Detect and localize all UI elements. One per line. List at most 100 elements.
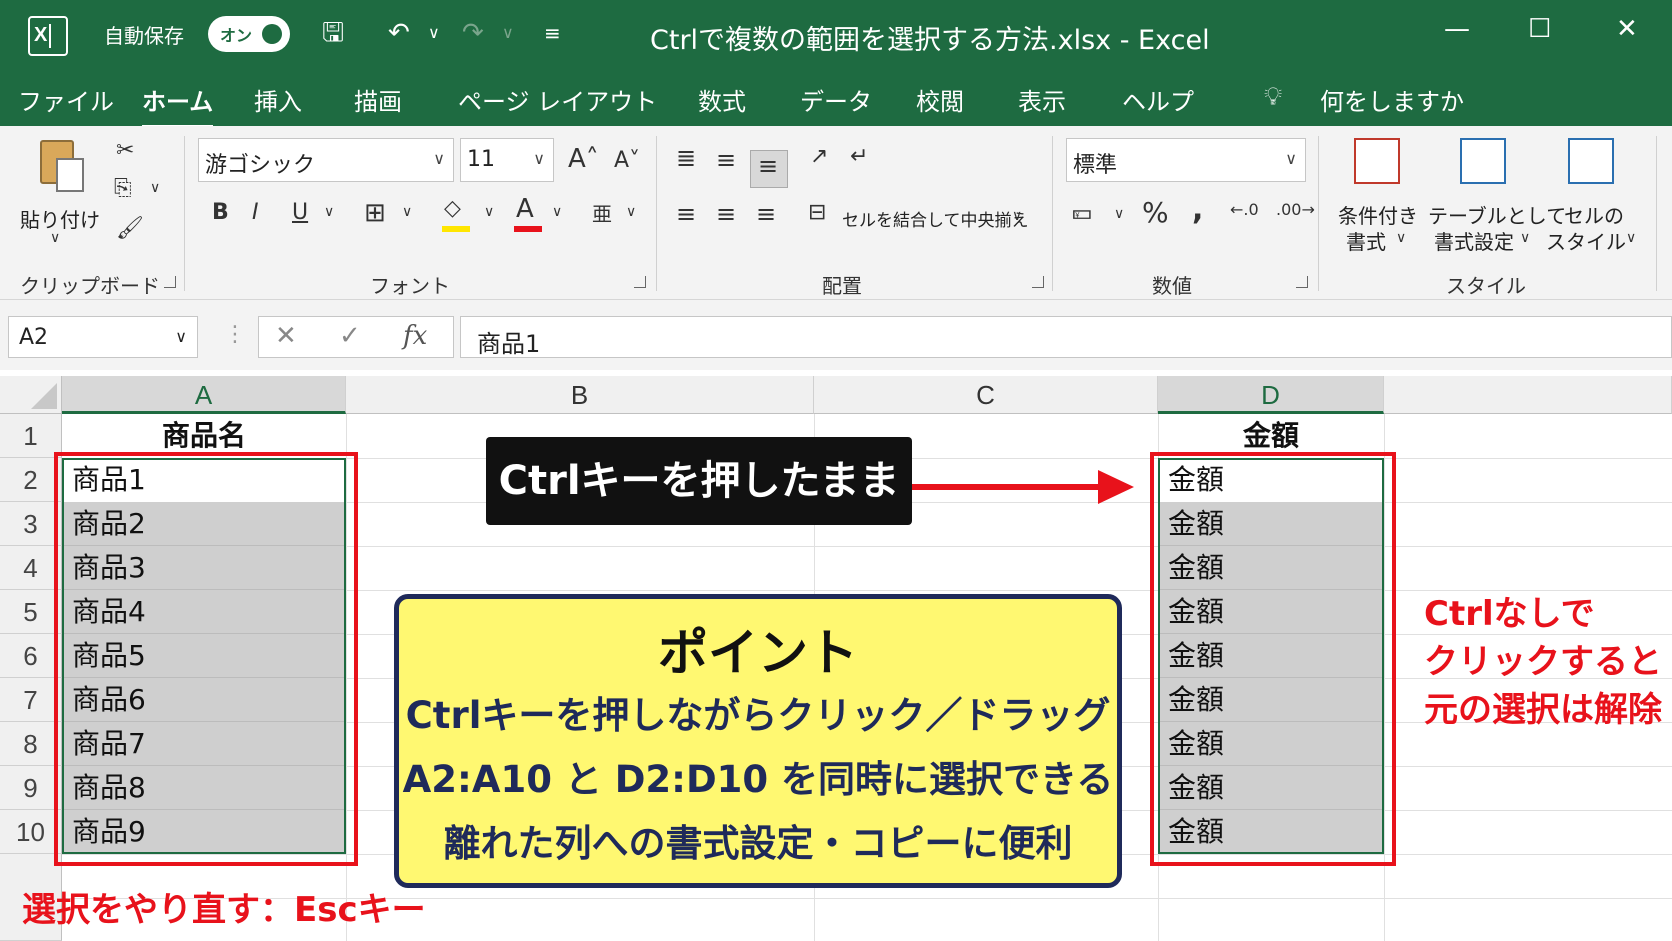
font-launcher-icon[interactable] [634, 276, 646, 288]
row-header-9[interactable]: 9 [0, 766, 62, 810]
currency-icon[interactable]: 💴︎ [1072, 200, 1092, 225]
tab-view[interactable]: 表示 [1018, 82, 1066, 117]
format-painter-icon[interactable]: 🖌︎ [116, 216, 144, 241]
chevron-down-icon[interactable]: ∨ [1396, 230, 1406, 246]
bold-button[interactable]: B [212, 200, 229, 225]
column-header-empty[interactable] [1384, 376, 1672, 414]
increase-font-icon[interactable]: A˄ [568, 144, 599, 174]
tab-insert[interactable]: 挿入 [254, 82, 302, 117]
name-box[interactable]: A2 ∨ [8, 316, 198, 358]
redo-dropdown-icon[interactable]: ∨ [502, 18, 514, 48]
phonetic-icon[interactable]: 亜 [592, 198, 612, 227]
more-options-icon[interactable]: ⋮ [224, 322, 246, 347]
chevron-down-icon[interactable]: ∨ [1520, 230, 1530, 246]
decrease-font-icon[interactable]: A˅ [614, 148, 640, 173]
tab-page-layout[interactable]: ページ レイアウト [458, 82, 657, 117]
paste-button[interactable]: 貼り付け [20, 204, 100, 233]
tab-help[interactable]: ヘルプ [1122, 82, 1194, 117]
row-header-8[interactable]: 8 [0, 722, 62, 766]
tab-draw[interactable]: 描画 [354, 82, 402, 117]
paste-dropdown-icon[interactable]: ∨ [50, 230, 60, 246]
underline-dropdown-icon[interactable]: ∨ [324, 204, 334, 220]
underline-button[interactable]: U [292, 200, 308, 225]
copy-dropdown-icon[interactable]: ∨ [150, 180, 160, 196]
align-left-icon[interactable]: ≡ [676, 200, 696, 228]
formula-input[interactable]: 商品1 [460, 316, 1672, 358]
align-right-icon[interactable]: ≡ [756, 200, 776, 228]
merge-center-button[interactable]: セルを結合して中央揃え [842, 206, 1029, 231]
row-header-5[interactable]: 5 [0, 590, 62, 634]
tab-formulas[interactable]: 数式 [698, 82, 746, 117]
row-header-7[interactable]: 7 [0, 678, 62, 722]
align-top-icon[interactable]: ≣ [676, 144, 696, 172]
percent-button[interactable]: % [1142, 196, 1169, 229]
number-launcher-icon[interactable] [1296, 276, 1308, 288]
undo-dropdown-icon[interactable]: ∨ [428, 18, 440, 48]
font-color-icon[interactable]: A [516, 194, 534, 224]
alignment-launcher-icon[interactable] [1032, 276, 1044, 288]
lightbulb-icon[interactable]: 💡︎ [1264, 82, 1282, 113]
tab-home[interactable]: ホーム [142, 82, 214, 129]
fill-color-icon[interactable]: ◇ [444, 196, 461, 221]
number-format-combo[interactable]: 標準 ∨ [1066, 138, 1306, 182]
align-center-icon[interactable]: ≡ [716, 200, 736, 228]
minimize-icon[interactable]: — [1444, 14, 1470, 44]
select-all-button[interactable] [0, 376, 62, 414]
font-size-combo[interactable]: 11 ∨ [460, 138, 554, 182]
wrap-text-icon[interactable]: ↵ [850, 144, 868, 169]
row-header-1[interactable]: 1 [0, 414, 62, 458]
cell-styles-label-1[interactable]: セルの [1564, 200, 1624, 229]
decrease-decimal-icon[interactable]: .00→ [1276, 200, 1315, 219]
customize-qat-icon[interactable]: ≡ [544, 18, 561, 48]
column-header-c[interactable]: C [814, 376, 1158, 414]
row-header-6[interactable]: 6 [0, 634, 62, 678]
maximize-icon[interactable]: ☐ [1528, 14, 1551, 44]
column-header-a[interactable]: A [62, 376, 346, 414]
row-header-10[interactable]: 10 [0, 810, 62, 854]
tell-me-search[interactable]: 何をしますか [1320, 82, 1464, 117]
row-header-3[interactable]: 3 [0, 502, 62, 546]
font-name-combo[interactable]: 游ゴシック ∨ [198, 138, 454, 182]
fill-dropdown-icon[interactable]: ∨ [484, 204, 494, 220]
cell-styles-label-2[interactable]: スタイル [1546, 226, 1626, 255]
format-as-table-label-1[interactable]: テーブルとして [1428, 200, 1566, 229]
autosave-toggle[interactable]: オン [208, 16, 290, 52]
close-icon[interactable]: ✕ [1616, 14, 1638, 44]
borders-icon[interactable]: ⊞ [364, 198, 386, 228]
clipboard-launcher-icon[interactable] [164, 276, 176, 288]
cell-styles-icon[interactable] [1568, 138, 1614, 184]
cut-icon[interactable]: ✂ [116, 138, 134, 163]
tab-data[interactable]: データ [800, 82, 872, 117]
insert-function-button[interactable]: fx [403, 321, 427, 351]
copy-icon[interactable]: ⎘ [114, 176, 132, 201]
format-as-table-icon[interactable] [1460, 138, 1506, 184]
format-as-table-label-2[interactable]: 書式設定 [1434, 226, 1514, 255]
highlight-box-a [54, 452, 358, 866]
row-header-4[interactable]: 4 [0, 546, 62, 590]
tab-file[interactable]: ファイル [18, 82, 114, 117]
row-header-2[interactable]: 2 [0, 458, 62, 502]
text-direction-icon[interactable]: ↗ [810, 144, 828, 169]
column-header-b[interactable]: B [346, 376, 814, 414]
conditional-format-label-1[interactable]: 条件付き [1338, 200, 1418, 229]
chevron-down-icon[interactable]: ∨ [1626, 230, 1636, 246]
conditional-format-icon[interactable] [1354, 138, 1400, 184]
save-icon[interactable]: 🖫 [322, 18, 344, 48]
conditional-format-label-2[interactable]: 書式 [1346, 226, 1386, 255]
phonetic-dropdown-icon[interactable]: ∨ [626, 204, 636, 220]
merge-center-icon[interactable]: ⊟ [808, 200, 826, 225]
merge-dropdown-icon[interactable]: ∨ [1012, 208, 1022, 224]
borders-dropdown-icon[interactable]: ∨ [402, 204, 412, 220]
tab-review[interactable]: 校閲 [916, 82, 964, 117]
font-color-dropdown-icon[interactable]: ∨ [552, 204, 562, 220]
italic-button[interactable]: I [252, 200, 259, 225]
align-middle-icon[interactable]: ≡ [716, 146, 736, 174]
column-header-d[interactable]: D [1158, 376, 1384, 414]
cancel-icon[interactable]: ✕ [275, 321, 297, 351]
increase-decimal-icon[interactable]: ←.0 [1230, 200, 1259, 219]
enter-icon[interactable]: ✓ [339, 321, 361, 351]
comma-button[interactable]: , [1192, 192, 1203, 227]
currency-dropdown-icon[interactable]: ∨ [1114, 206, 1124, 222]
undo-icon[interactable]: ↶ [388, 18, 410, 48]
redo-icon[interactable]: ↷ [462, 18, 484, 48]
